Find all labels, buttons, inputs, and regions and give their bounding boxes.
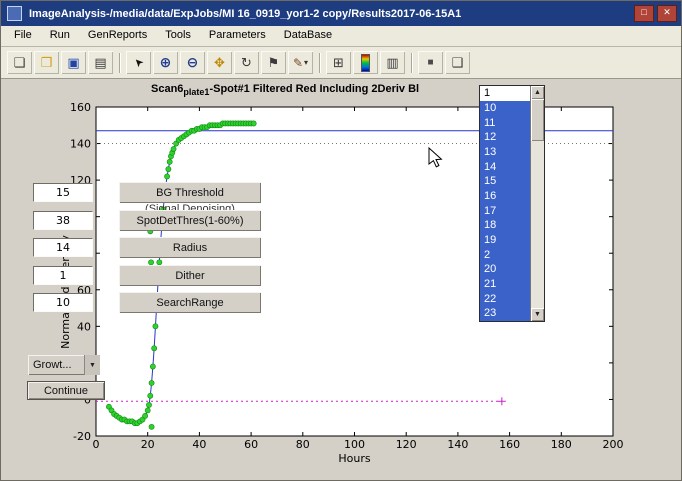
svg-text:120: 120	[396, 438, 417, 451]
scrollbar-thumb[interactable]	[531, 99, 544, 141]
toolbar-separator	[319, 53, 320, 73]
svg-text:40: 40	[77, 320, 91, 333]
close-icon: ✕	[663, 7, 671, 17]
number-dropdown-list: 110111213141516171819220212223 ▲ ▼	[479, 85, 545, 322]
dropdown-item[interactable]: 23	[480, 306, 530, 321]
svg-text:-20: -20	[73, 430, 91, 443]
mouse-cursor-icon	[428, 147, 444, 169]
dropdown-scrollbar[interactable]: ▲ ▼	[530, 86, 544, 321]
stop-icon[interactable]: ■	[418, 51, 443, 74]
scroll-down-icon: ▼	[534, 311, 541, 318]
radius-button[interactable]: Radius	[119, 237, 261, 258]
window-title: ImageAnalysis-/media/data/ExpJobs/MI 16_…	[29, 8, 461, 20]
dropdown-item[interactable]: 22	[480, 292, 530, 307]
dropdown-item[interactable]: 15	[480, 174, 530, 189]
svg-text:0: 0	[93, 438, 100, 451]
rotate-3d-icon[interactable]: ↻	[234, 51, 259, 74]
window-controls: □ ✕	[631, 5, 681, 22]
titlebar[interactable]: ImageAnalysis-/media/data/ExpJobs/MI 16_…	[1, 1, 681, 26]
menu-bar: FileRunGenReportsToolsParametersDataBase	[1, 26, 681, 47]
dropdown-item[interactable]: 18	[480, 218, 530, 233]
pointer-icon[interactable]: ➤	[126, 51, 151, 74]
growth-dropdown[interactable]: Growt... ▼	[28, 355, 100, 375]
svg-text:100: 100	[344, 438, 365, 451]
dropdown-items: 110111213141516171819220212223	[480, 86, 530, 321]
search-range-button[interactable]: SearchRange	[119, 292, 261, 313]
svg-text:20: 20	[141, 438, 155, 451]
bg-threshold-note: (Signal Denoising)	[119, 203, 261, 210]
pan-icon[interactable]: ✥	[207, 51, 232, 74]
dropdown-item[interactable]: 2	[480, 248, 530, 263]
save-icon[interactable]: ▣	[61, 51, 86, 74]
menu-run[interactable]: Run	[41, 26, 79, 41]
maximize-button[interactable]: □	[634, 5, 654, 22]
scroll-up-button[interactable]: ▲	[531, 86, 544, 99]
zoom-in-icon[interactable]: ⊕	[153, 51, 178, 74]
dropdown-item[interactable]: 13	[480, 145, 530, 160]
insert-colorbar-icon[interactable]	[353, 51, 378, 74]
maximize-icon: □	[641, 7, 646, 17]
svg-text:140: 140	[70, 138, 91, 151]
app-window: ImageAnalysis-/media/data/ExpJobs/MI 16_…	[0, 0, 682, 481]
svg-text:80: 80	[296, 438, 310, 451]
dither-input[interactable]	[33, 266, 93, 285]
link-plot-icon[interactable]: ⊞	[326, 51, 351, 74]
scrollbar-track[interactable]	[531, 99, 544, 308]
spot-det-thres-input[interactable]	[33, 211, 93, 230]
print-icon[interactable]: ▤	[88, 51, 113, 74]
brush-icon[interactable]: ✎▾	[288, 51, 313, 74]
dropdown-item[interactable]: 19	[480, 233, 530, 248]
bg-threshold-button[interactable]: BG Threshold	[119, 182, 261, 203]
dither-button[interactable]: Dither	[119, 265, 261, 286]
dropdown-item[interactable]: 17	[480, 204, 530, 219]
continue-button[interactable]: Continue	[27, 381, 105, 400]
svg-text:Hours: Hours	[338, 452, 370, 465]
data-cursor-icon[interactable]: ⚑	[261, 51, 286, 74]
dropdown-item[interactable]: 1	[480, 86, 530, 101]
menu-genreports[interactable]: GenReports	[79, 26, 156, 41]
toolbar: ❏❒▣▤ ➤⊕⊖✥↻⚑✎▾ ⊞ ▥ ■❑	[1, 47, 681, 79]
bg-threshold-input[interactable]	[33, 183, 93, 202]
insert-legend-icon[interactable]: ▥	[380, 51, 405, 74]
menu-tools[interactable]: Tools	[156, 26, 200, 41]
zoom-out-icon[interactable]: ⊖	[180, 51, 205, 74]
chevron-down-icon: ▼	[84, 355, 100, 375]
figure-area: 020406080100120140160180200-200204060801…	[1, 79, 682, 481]
close-button[interactable]: ✕	[657, 5, 677, 22]
toolbar-separator	[411, 53, 412, 73]
dropdown-item[interactable]: 20	[480, 262, 530, 277]
chevron-down-icon: ▾	[304, 58, 308, 67]
svg-text:160: 160	[499, 438, 520, 451]
svg-text:140: 140	[447, 438, 468, 451]
scroll-up-icon: ▲	[534, 89, 541, 96]
svg-text:60: 60	[244, 438, 258, 451]
svg-text:40: 40	[192, 438, 206, 451]
svg-text:200: 200	[603, 438, 624, 451]
app-icon	[7, 6, 22, 21]
menu-parameters[interactable]: Parameters	[200, 26, 275, 41]
menu-database[interactable]: DataBase	[275, 26, 341, 41]
plot-title: Scan6plate1-Spot#1 Filtered Red Includin…	[151, 83, 419, 97]
new-document-icon[interactable]: ❏	[7, 51, 32, 74]
dropdown-item[interactable]: 21	[480, 277, 530, 292]
scroll-down-button[interactable]: ▼	[531, 308, 544, 321]
plot-axes: 020406080100120140160180200-200204060801…	[1, 79, 682, 481]
dropdown-item[interactable]: 14	[480, 160, 530, 175]
menu-file[interactable]: File	[5, 26, 41, 41]
growth-dropdown-label: Growt...	[33, 359, 72, 371]
radius-input[interactable]	[33, 238, 93, 257]
open-folder-icon[interactable]: ❒	[34, 51, 59, 74]
spot-det-thres-button[interactable]: SpotDetThres(1-60%)	[119, 210, 261, 231]
new-window-icon[interactable]: ❑	[445, 51, 470, 74]
dropdown-item[interactable]: 12	[480, 130, 530, 145]
search-range-input[interactable]	[33, 293, 93, 312]
dropdown-item[interactable]: 16	[480, 189, 530, 204]
svg-text:160: 160	[70, 101, 91, 114]
toolbar-separator	[119, 53, 120, 73]
svg-text:180: 180	[551, 438, 572, 451]
dropdown-item[interactable]: 11	[480, 116, 530, 131]
dropdown-item[interactable]: 10	[480, 101, 530, 116]
